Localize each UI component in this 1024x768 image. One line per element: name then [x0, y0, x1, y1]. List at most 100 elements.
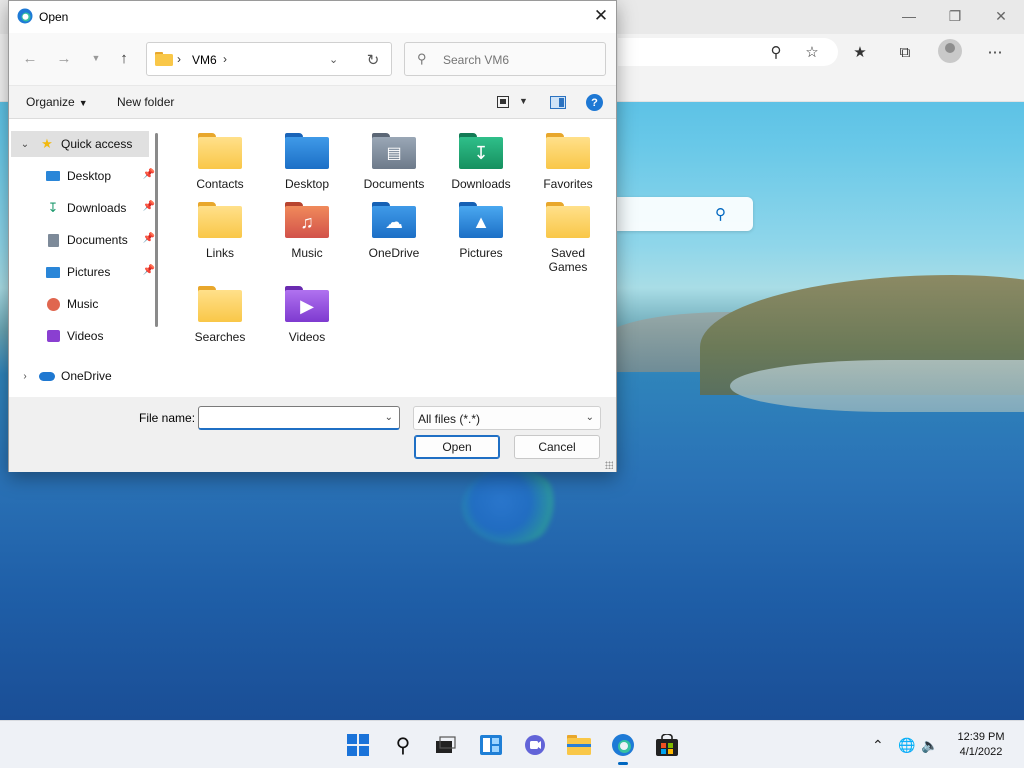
chevron-down-icon: ▼ — [78, 98, 88, 108]
nav-item-label: Music — [67, 297, 99, 311]
new-folder-button[interactable]: New folder — [117, 95, 174, 109]
chevron-down-icon: ⌄ — [585, 412, 594, 423]
folder-item-downloads[interactable]: ↧ Downloads — [439, 131, 523, 191]
pin-icon: 📌 — [142, 169, 155, 180]
dialog-footer: File name: ⌄ All files (*.*) ⌄ Open Canc… — [9, 397, 616, 472]
clock[interactable]: 12:39 PM 4/1/2022 — [948, 730, 1014, 760]
start-icon[interactable] — [344, 731, 372, 759]
back-icon[interactable]: ← — [19, 47, 41, 69]
restore-icon[interactable]: ❐ — [932, 4, 978, 28]
preview-pane-icon[interactable] — [550, 96, 566, 109]
up-icon[interactable]: ↑ — [113, 47, 135, 69]
volume-icon[interactable]: 🔈 — [921, 737, 938, 754]
widgets-icon[interactable] — [477, 731, 505, 759]
search-icon[interactable]: ⚲ — [389, 731, 417, 759]
nav-item-desktop[interactable]: Desktop 📌 — [11, 163, 155, 189]
close-icon[interactable]: ✕ — [978, 4, 1024, 28]
chevron-down-icon[interactable]: ⌄ — [329, 53, 338, 66]
file-name-combobox[interactable]: ⌄ — [198, 406, 400, 430]
folder-item-music[interactable]: ♫ Music — [265, 200, 349, 260]
file-name-input[interactable] — [203, 410, 373, 426]
nav-item-videos[interactable]: Videos — [11, 323, 149, 349]
nav-item-label: Desktop — [67, 169, 112, 183]
change-view-icon[interactable] — [497, 96, 509, 108]
edge-icon[interactable] — [609, 731, 637, 765]
refresh-icon[interactable]: ↻ — [363, 50, 383, 70]
more-icon[interactable]: ⋯ — [982, 40, 1008, 64]
folder-item-onedrive[interactable]: ☁ OneDrive — [352, 200, 436, 260]
folder-item-documents[interactable]: ▤ Documents — [352, 131, 436, 191]
dialog-titlebar: Open ✕ — [9, 1, 616, 33]
close-icon[interactable]: ✕ — [586, 1, 616, 31]
new-tab-search-box[interactable]: ⚲ — [617, 197, 753, 231]
nav-item-documents[interactable]: Documents 📌 — [11, 227, 155, 253]
documents-icon — [45, 232, 61, 248]
collections-icon[interactable]: ⧉ — [892, 40, 918, 64]
nav-item-onedrive[interactable]: › OneDrive — [11, 363, 149, 389]
add-favorite-icon[interactable]: ☆ — [799, 40, 825, 64]
store-icon[interactable] — [653, 731, 681, 759]
show-hidden-icons-icon[interactable]: ⌃ — [872, 737, 884, 754]
folder-label: Saved Games — [548, 246, 588, 274]
chevron-right-icon[interactable]: › — [223, 52, 227, 66]
folder-item-favorites[interactable]: Favorites — [526, 131, 610, 191]
file-explorer-icon[interactable] — [565, 731, 593, 759]
download-icon: ↧ — [47, 200, 59, 215]
minimize-icon[interactable]: — — [886, 4, 932, 28]
nav-item-downloads[interactable]: ↧ Downloads 📌 — [11, 195, 155, 221]
chat-icon[interactable] — [521, 731, 549, 759]
open-button[interactable]: Open — [414, 435, 500, 459]
taskbar: ⚲ ⌃ 🌐 🔈 12:39 PM 4/1/2022 — [0, 720, 1024, 768]
navigation-bar: ← → ▼ ↑ › VM6 › ⌄ ↻ ⚲ — [9, 33, 616, 85]
zoom-out-icon[interactable]: ⚲ — [763, 40, 789, 64]
help-icon[interactable]: ? — [586, 94, 603, 111]
pin-icon: 📌 — [142, 265, 155, 276]
videos-folder-icon: ▶ — [285, 284, 329, 324]
task-view-icon[interactable] — [432, 731, 460, 759]
recent-locations-icon[interactable]: ▼ — [85, 47, 107, 69]
forward-icon[interactable]: → — [53, 47, 75, 69]
scrollbar[interactable] — [155, 133, 158, 327]
folder-item-videos[interactable]: ▶ Videos — [265, 284, 349, 344]
chevron-right-icon: › — [177, 52, 181, 66]
folder-item-pictures[interactable]: ▲ Pictures — [439, 200, 523, 260]
chevron-down-icon[interactable]: ⌄ — [385, 412, 393, 423]
folder-label: Music — [291, 246, 323, 260]
network-icon[interactable]: 🌐 — [898, 737, 915, 754]
nav-item-quick-access[interactable]: ⌄ ★ Quick access — [11, 131, 149, 157]
music-icon — [45, 296, 61, 312]
nav-item-label: Videos — [67, 329, 104, 343]
file-type-select[interactable]: All files (*.*) ⌄ — [413, 406, 601, 430]
folder-item-desktop[interactable]: Desktop — [265, 131, 349, 191]
folder-item-contacts[interactable]: Contacts — [178, 131, 262, 191]
wallpaper-shore — [730, 360, 1024, 412]
clock-date: 4/1/2022 — [959, 746, 1003, 758]
organize-label: Organize — [26, 95, 75, 109]
search-input[interactable] — [443, 51, 593, 69]
breadcrumb[interactable]: VM6 — [192, 53, 217, 67]
downloads-folder-icon: ↧ — [459, 131, 503, 171]
organize-button[interactable]: Organize ▼ — [26, 95, 88, 109]
folder-icon — [155, 52, 173, 66]
folder-item-searches[interactable]: Searches — [178, 284, 262, 344]
profile-avatar[interactable] — [938, 39, 962, 63]
favorites-icon[interactable]: ★ — [847, 40, 873, 64]
desktop-icon — [45, 168, 61, 184]
folder-label: Contacts — [196, 177, 244, 191]
cancel-button[interactable]: Cancel — [514, 435, 600, 459]
chevron-right-icon[interactable]: › — [17, 371, 33, 382]
folder-item-links[interactable]: Links — [178, 200, 262, 260]
resize-grip-icon[interactable] — [605, 461, 613, 469]
chevron-down-icon[interactable]: ▼ — [519, 96, 528, 106]
pictures-icon — [45, 264, 61, 280]
nav-item-pictures[interactable]: Pictures 📌 — [11, 259, 155, 285]
star-icon: ★ — [41, 136, 53, 151]
folder-label: Videos — [288, 330, 326, 344]
edge-icon — [17, 8, 33, 24]
nav-item-music[interactable]: Music — [11, 291, 149, 317]
chevron-down-icon[interactable]: ⌄ — [17, 139, 33, 150]
pictures-folder-icon: ▲ — [459, 200, 503, 240]
search-box[interactable]: ⚲ — [404, 42, 606, 76]
address-bar[interactable]: › VM6 › ⌄ ↻ — [146, 42, 392, 76]
folder-item-saved-games[interactable]: Saved Games — [526, 200, 610, 274]
